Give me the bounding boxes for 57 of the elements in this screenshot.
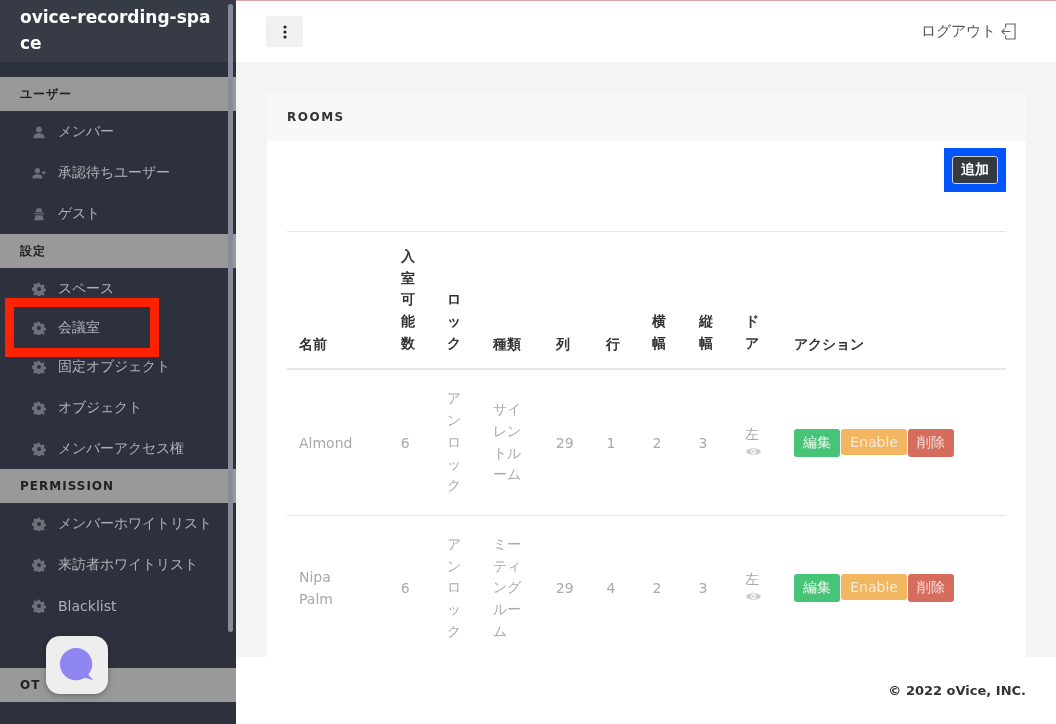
gear-icon (32, 441, 46, 456)
section-header: ユーザー (0, 77, 236, 111)
column-header: ドア (732, 231, 783, 370)
table-cell: 3 (686, 369, 733, 516)
table-cell: 1 (594, 369, 641, 516)
sidebar-item[interactable]: 会議室 (16, 309, 148, 346)
gear-icon (32, 359, 46, 374)
table-cell-text: 左 (744, 571, 760, 590)
table-cell: アンロック (434, 369, 481, 516)
logout-icon (1001, 23, 1016, 40)
spy-icon (32, 206, 46, 221)
table-cell: Almond (287, 369, 389, 516)
column-header: ロック (434, 231, 481, 370)
column-header: 横幅 (640, 231, 687, 370)
column-header: 種類 (480, 231, 544, 370)
sidebar-item[interactable]: ゲスト (0, 193, 236, 234)
eye-icon (744, 445, 762, 457)
sidebar-item[interactable]: オブジェクト (0, 387, 236, 428)
gear-icon (32, 320, 46, 335)
table-cell-text: 左 (744, 425, 760, 444)
footer: © 2022 oVice, INC. (236, 657, 1056, 724)
column-header: 列 (543, 231, 595, 370)
space-title: ovice-recording-space (20, 6, 212, 55)
column-header: 行 (594, 231, 641, 370)
person-add-icon (32, 165, 46, 180)
chat-widget-button[interactable] (46, 636, 108, 694)
table-cell: 29 (543, 369, 595, 516)
sidebar-item[interactable]: 承認待ちユーザー (0, 152, 236, 193)
sidebar-item[interactable]: メンバー (0, 111, 236, 152)
table-cell: サイレントルーム (480, 369, 544, 516)
scrollbar[interactable] (228, 4, 233, 632)
sidebar-item[interactable]: メンバーアクセス権 (0, 428, 236, 469)
card-header: ROOMS (267, 93, 1026, 141)
sidebar-item[interactable]: 来訪者ホワイトリスト (0, 544, 236, 585)
sidebar-item[interactable]: Blacklist (0, 585, 236, 626)
menu-button[interactable] (266, 16, 303, 47)
table-cell: 6 (388, 369, 435, 516)
column-header: 名前 (287, 231, 389, 370)
add-button[interactable]: 追加 (952, 156, 998, 184)
sidebar-item[interactable]: メンバーホワイトリスト (0, 503, 236, 544)
column-header: アクション (782, 231, 1006, 370)
section-header: 設定 (0, 234, 236, 268)
more-icon (282, 24, 287, 39)
section-header: PERMISSION (0, 469, 236, 503)
table-cell: 2 (640, 369, 687, 516)
person-icon (32, 124, 46, 139)
column-header: 入室可能数 (388, 231, 435, 370)
sidebar-item[interactable]: スペース (0, 268, 236, 309)
eye-icon (744, 591, 762, 603)
gear-icon (32, 557, 46, 572)
gear-icon (32, 516, 46, 531)
column-header: 縦幅 (686, 231, 733, 370)
gear-icon (32, 400, 46, 415)
gear-icon (32, 281, 46, 296)
logout-link[interactable]: ログアウト (921, 22, 1016, 41)
gear-icon (32, 598, 46, 613)
sidebar-item[interactable]: 固定オブジェクト (0, 346, 236, 387)
